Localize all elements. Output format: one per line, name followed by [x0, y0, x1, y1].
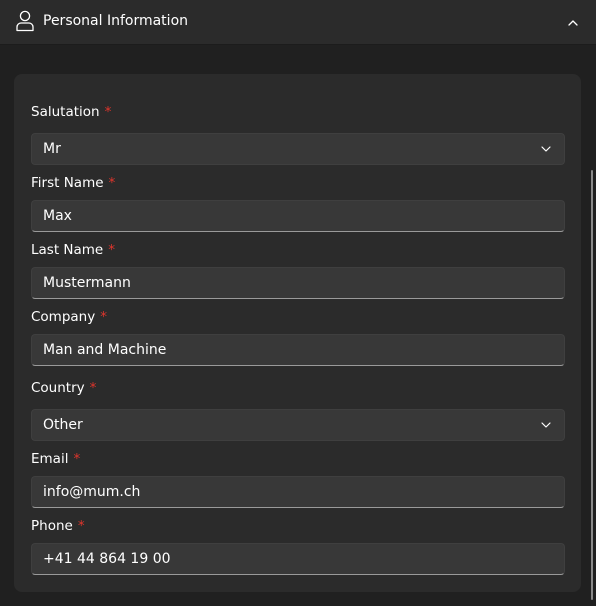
last-name-label: Last Name *: [31, 242, 115, 258]
required-marker: *: [108, 175, 116, 191]
company-field[interactable]: Man and Machine: [31, 334, 565, 366]
required-marker: *: [77, 518, 85, 534]
scrollbar[interactable]: [591, 170, 593, 600]
salutation-label: Salutation *: [31, 104, 112, 120]
email-value: info@mum.ch: [43, 484, 141, 500]
email-field[interactable]: info@mum.ch: [31, 476, 565, 508]
last-name-value: Mustermann: [43, 275, 131, 291]
chevron-down-icon: [541, 146, 551, 152]
last-name-field[interactable]: Mustermann: [31, 267, 565, 299]
section-header[interactable]: Personal Information: [0, 0, 596, 45]
country-value: Other: [43, 417, 83, 433]
country-select[interactable]: Other: [31, 409, 565, 441]
required-marker: *: [100, 309, 107, 325]
person-icon: [16, 10, 34, 32]
section-title: Personal Information: [43, 13, 189, 29]
company-value: Man and Machine: [43, 342, 167, 358]
company-label: Company *: [31, 309, 107, 325]
phone-label: Phone *: [31, 518, 85, 534]
salutation-value: Mr: [43, 141, 61, 157]
first-name-field[interactable]: Max: [31, 200, 565, 232]
phone-value: +41 44 864 19 00: [43, 551, 171, 567]
email-label: Email *: [31, 451, 81, 467]
country-label: Country *: [31, 380, 97, 396]
required-marker: *: [104, 104, 112, 120]
required-marker: *: [108, 242, 115, 258]
required-marker: *: [89, 380, 97, 396]
first-name-value: Max: [43, 208, 72, 224]
chevron-up-icon: [568, 19, 578, 26]
required-marker: *: [73, 451, 81, 467]
first-name-label: First Name *: [31, 175, 116, 191]
chevron-down-icon: [541, 422, 551, 428]
collapse-button[interactable]: [560, 12, 586, 32]
salutation-select[interactable]: Mr: [31, 133, 565, 165]
phone-field[interactable]: +41 44 864 19 00: [31, 543, 565, 575]
